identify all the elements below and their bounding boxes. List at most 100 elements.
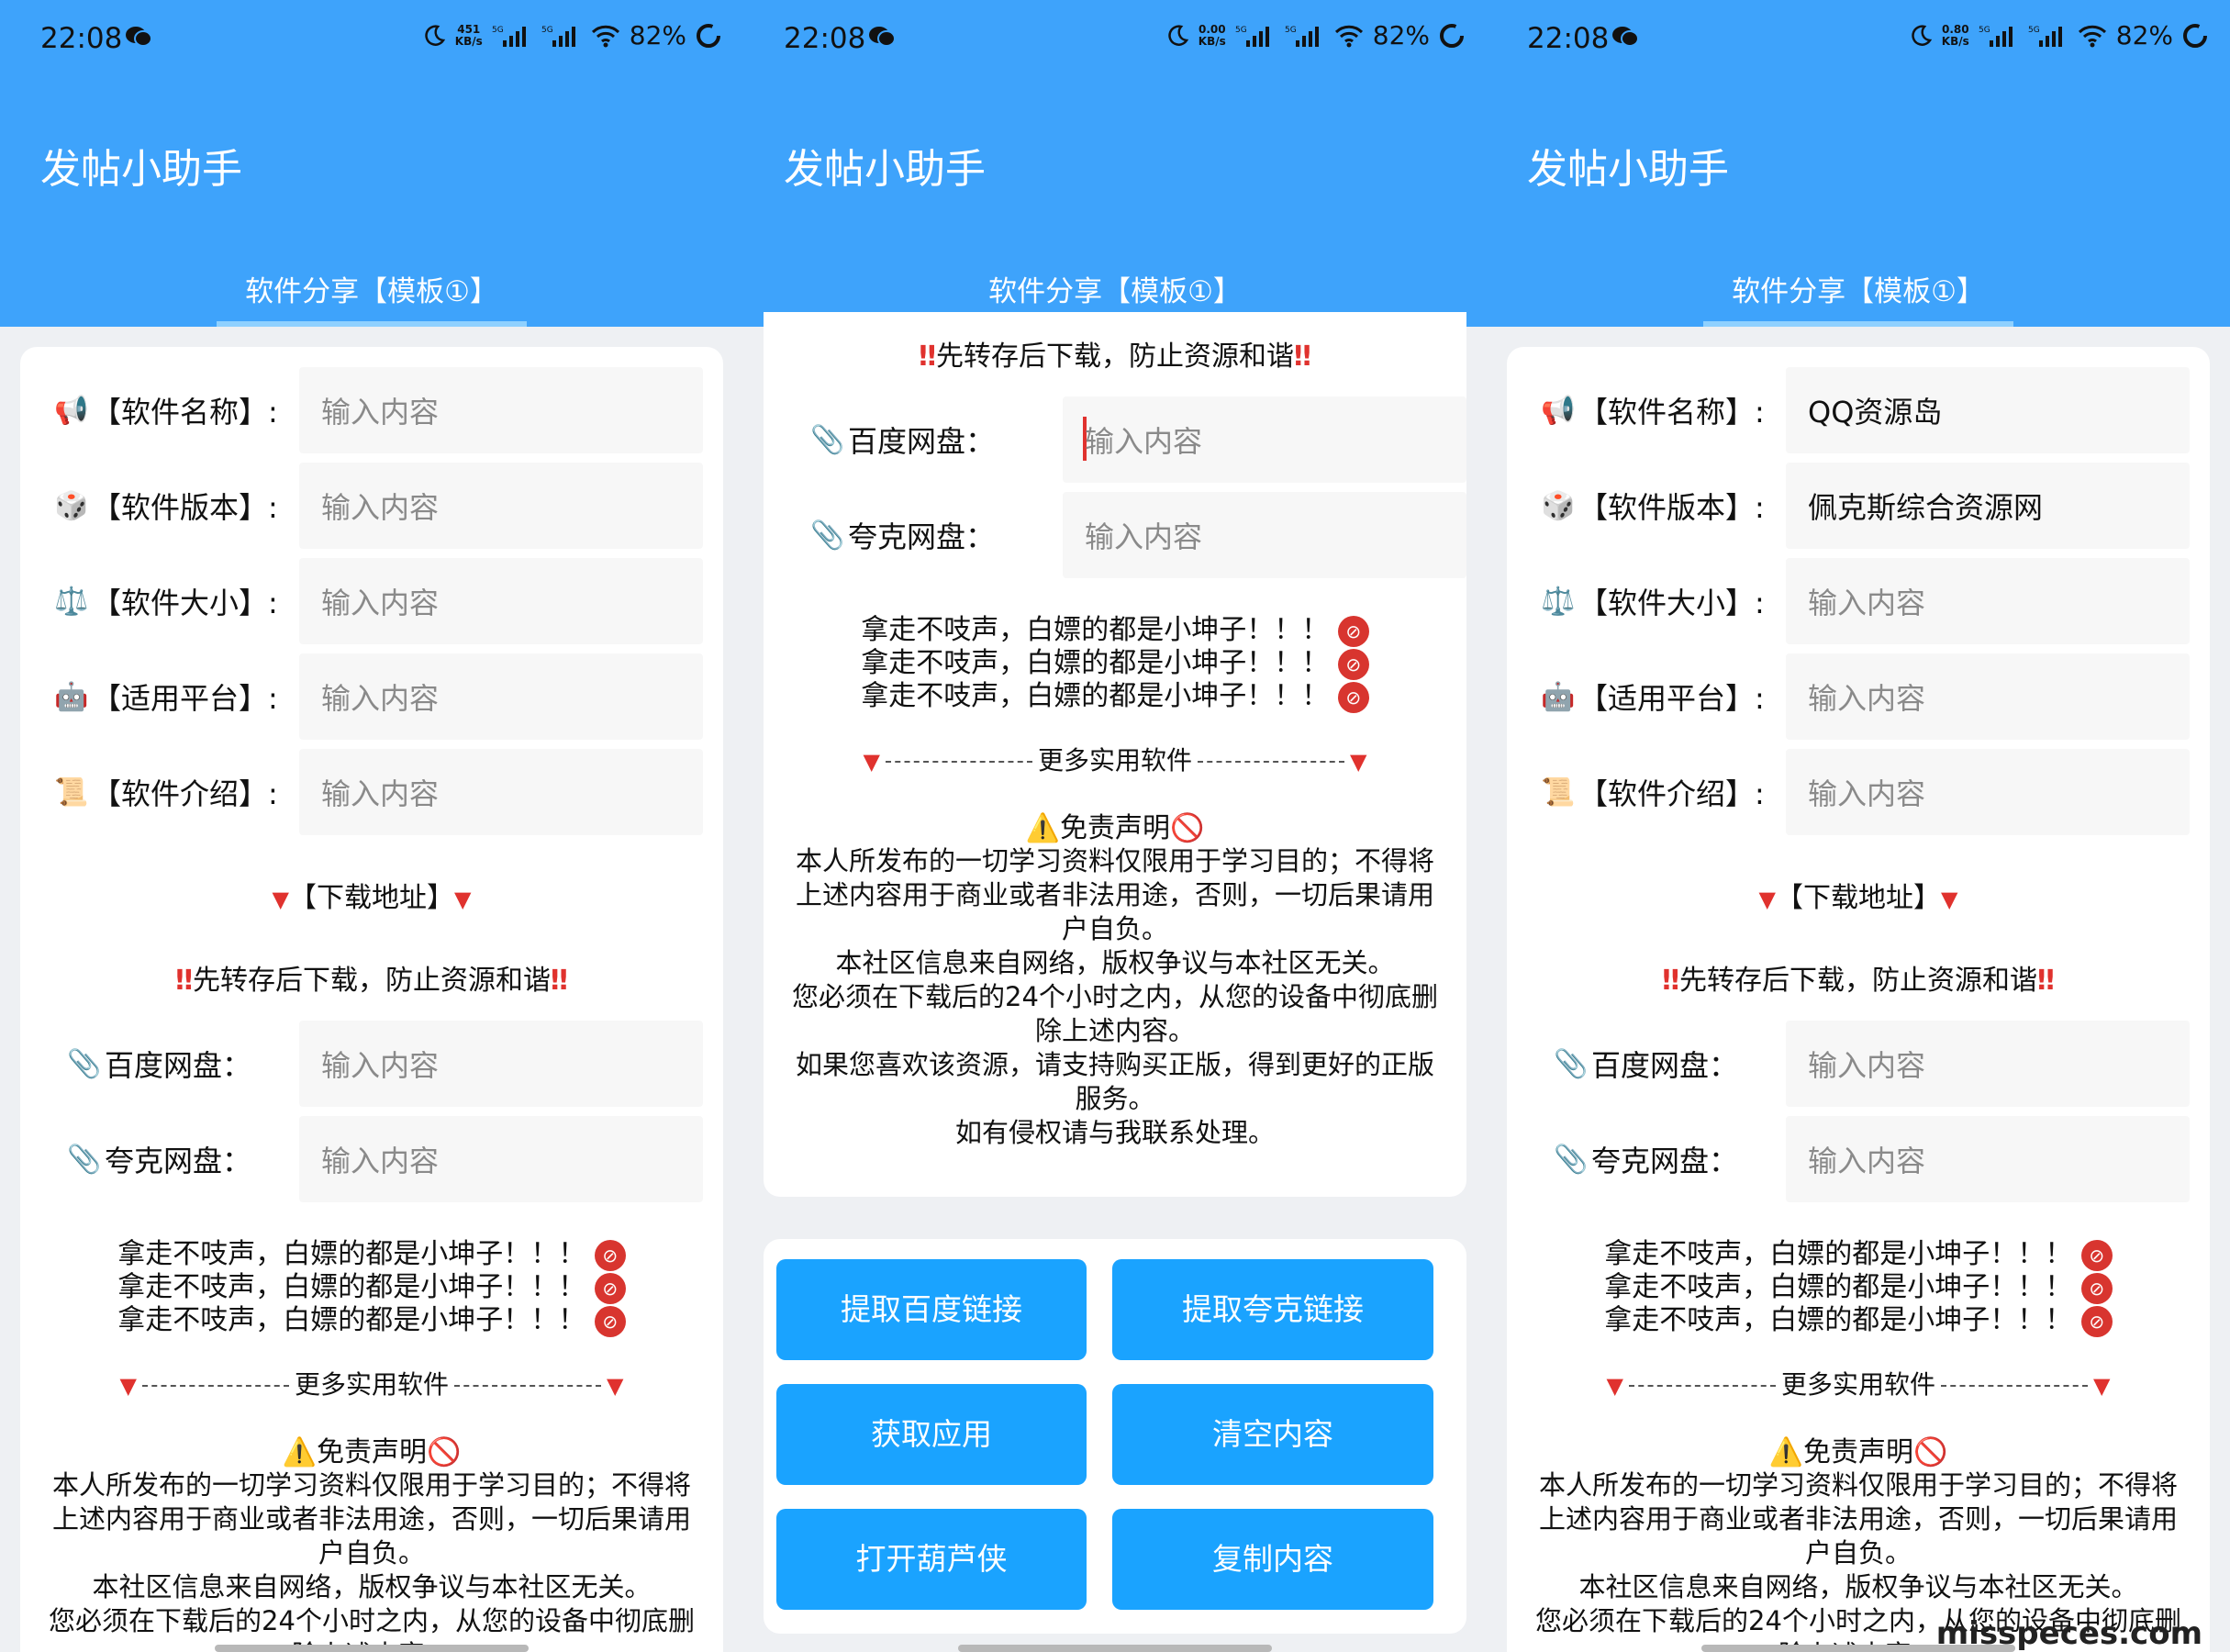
save-notice: ‼先转存后下载，防止资源和谐‼ [919, 340, 1311, 373]
field-baidu: 📎 百度网盘： 输入内容 [20, 1021, 723, 1107]
baidu-link-input[interactable]: 输入内容 [1786, 1021, 2190, 1107]
no-phone-icon: ⊘ [1337, 648, 1369, 680]
download-title: ▼【下载地址】▼ [1758, 882, 1958, 914]
no-phone-icon: ⊘ [2080, 1272, 2113, 1304]
battery-percent: 82% [1372, 20, 1430, 50]
save-notice: ‼先转存后下载，防止资源和谐‼ [175, 965, 568, 997]
open-huluxia-button[interactable]: 打开葫芦侠 [776, 1509, 1087, 1610]
form-card-scrolled: ‼先转存后下载，防止资源和谐‼ 📎 百度网盘： 输入内容 📎 夸克网盘： 输入内容 … [764, 312, 1466, 1197]
baidu-link-input[interactable]: 输入内容 [299, 1021, 703, 1107]
field-software-version: 🎲 【软件版本】: 输入内容 [20, 463, 723, 549]
app-title: 发帖小助手 [40, 146, 242, 193]
paperclip-icon: 📎 [810, 423, 845, 456]
prohibited-icon: 🚫 [1170, 812, 1205, 844]
moon-icon [425, 24, 445, 46]
status-icons: 451 KB/s 5G 5G 82% [422, 20, 721, 50]
paperclip-icon: 📎 [810, 519, 845, 552]
disclaimer-title: ⚠️免责声明🚫 [282, 1436, 462, 1468]
tease-line: 拿走不吱声，白嫖的都是小坤子！！！ ⊘ [1507, 1237, 2210, 1271]
paperclip-icon: 📎 [1554, 1143, 1589, 1176]
more-software: ▼ 更多实用软件 ▼ [1606, 1369, 2111, 1400]
software-size-input[interactable]: 输入内容 [299, 558, 703, 644]
battery-icon [2183, 23, 2207, 48]
svg-text:5G: 5G [541, 26, 553, 35]
software-name-input[interactable]: 输入内容 [299, 367, 703, 453]
no-phone-icon: ⊘ [2080, 1305, 2113, 1337]
double-exclamation-icon: ‼ [919, 340, 936, 373]
more-software: ▼ 更多实用软件 ▼ [119, 1369, 624, 1400]
quark-link-input[interactable]: 输入内容 [299, 1116, 703, 1202]
field-quark: 📎 夸克网盘： 输入内容 [1507, 1116, 2210, 1202]
battery-icon [697, 23, 720, 48]
no-phone-icon: ⊘ [594, 1305, 626, 1337]
software-version-input[interactable]: 输入内容 [299, 463, 703, 549]
field-software-name: 📢 【软件名称】: QQ资源岛 [1507, 367, 2210, 453]
tease-line: 拿走不吱声，白嫖的都是小坤子！！！ ⊘ [764, 646, 1466, 680]
status-time: 22:08 [1527, 22, 1610, 55]
platform-input[interactable]: 输入内容 [1786, 653, 2190, 740]
no-phone-icon: ⊘ [594, 1239, 626, 1271]
platform-input[interactable]: 输入内容 [299, 653, 703, 740]
scale-icon: ⚖️ [54, 585, 89, 618]
app-title: 发帖小助手 [1527, 146, 1729, 193]
net-speed: 451 KB/s [454, 22, 483, 48]
wifi-icon [2078, 25, 2106, 47]
field-software-size: ⚖️ 【软件大小】: 输入内容 [1507, 558, 2210, 644]
quark-link-input[interactable]: 输入内容 [1786, 1116, 2190, 1202]
no-phone-icon: ⊘ [1337, 681, 1369, 713]
copy-content-button[interactable]: 复制内容 [1112, 1509, 1433, 1610]
home-indicator[interactable] [215, 1645, 529, 1652]
double-exclamation-icon: ‼ [551, 965, 568, 997]
double-exclamation-icon: ‼ [1662, 965, 1679, 997]
clear-content-button[interactable]: 清空内容 [1112, 1384, 1433, 1485]
svg-text:5G: 5G [1235, 26, 1247, 35]
tease-line: 拿走不吱声，白嫖的都是小坤子！！！ ⊘ [1507, 1303, 2210, 1337]
dice-icon: 🎲 [54, 489, 89, 522]
paperclip-icon: 📎 [67, 1143, 102, 1176]
intro-input[interactable]: 输入内容 [1786, 749, 2190, 835]
warning-icon: ⚠️ [1768, 1436, 1803, 1468]
status-icons: 0.00 KB/s 5G 5G 82% [1165, 20, 1465, 50]
net-speed: 0.80 KB/s [1941, 22, 1969, 48]
quark-link-input[interactable]: 输入内容 [1063, 492, 1466, 578]
field-software-size: ⚖️ 【软件大小】: 输入内容 [20, 558, 723, 644]
software-version-input[interactable]: 佩克斯综合资源网 [1786, 463, 2190, 549]
software-size-input[interactable]: 输入内容 [1786, 558, 2190, 644]
field-quark: 📎 夸克网盘： 输入内容 [764, 492, 1466, 578]
field-intro: 📜 【软件介绍】: 输入内容 [20, 749, 723, 835]
no-phone-icon: ⊘ [2080, 1239, 2113, 1271]
disclaimer-title: ⚠️免责声明🚫 [1025, 812, 1205, 844]
tease-line: 拿走不吱声，白嫖的都是小坤子！！！ ⊘ [1507, 1270, 2210, 1304]
signal-icon-2: 5G [1285, 26, 1319, 47]
extract-baidu-button[interactable]: 提取百度链接 [776, 1259, 1087, 1360]
svg-text:5G: 5G [2028, 26, 2040, 35]
paperclip-icon: 📎 [1554, 1047, 1589, 1080]
net-speed: 0.00 KB/s [1198, 22, 1226, 48]
field-quark: 📎 夸克网盘： 输入内容 [20, 1116, 723, 1202]
robot-icon: 🤖 [54, 680, 89, 713]
software-name-input[interactable]: QQ资源岛 [1786, 367, 2190, 453]
megaphone-icon: 📢 [54, 394, 89, 427]
form-card: 📢 【软件名称】: 输入内容 🎲 【软件版本】: 输入内容 ⚖️ 【软件大小】: 输入… [20, 347, 723, 1652]
double-exclamation-icon: ‼ [1294, 340, 1311, 373]
extract-quark-button[interactable]: 提取夸克链接 [1112, 1259, 1433, 1360]
robot-icon: 🤖 [1541, 680, 1576, 713]
tab-software-share[interactable]: 软件分享【模板①】 [1703, 268, 2013, 327]
tab-software-share[interactable]: 软件分享【模板①】 [217, 268, 527, 327]
tease-line: 拿走不吱声，白嫖的都是小坤子！！！ ⊘ [764, 679, 1466, 713]
triangle-down-icon: ▼ [1606, 1373, 1623, 1399]
home-indicator[interactable] [958, 1645, 1272, 1652]
more-software: ▼ 更多实用软件 ▼ [863, 745, 1367, 776]
baidu-link-input[interactable]: 输入内容 [1063, 396, 1466, 483]
get-app-button[interactable]: 获取应用 [776, 1384, 1087, 1485]
message-icon [1612, 27, 1639, 47]
field-baidu: 📎 百度网盘： 输入内容 [764, 396, 1466, 483]
signal-icon: 5G [1979, 26, 2013, 47]
status-time: 22:08 [40, 22, 123, 55]
battery-percent: 82% [629, 20, 686, 50]
wifi-icon [1334, 25, 1363, 47]
intro-input[interactable]: 输入内容 [299, 749, 703, 835]
svg-text:5G: 5G [492, 26, 504, 35]
tease-line: 拿走不吱声，白嫖的都是小坤子！！！ ⊘ [20, 1237, 723, 1271]
double-exclamation-icon: ‼ [2037, 965, 2055, 997]
